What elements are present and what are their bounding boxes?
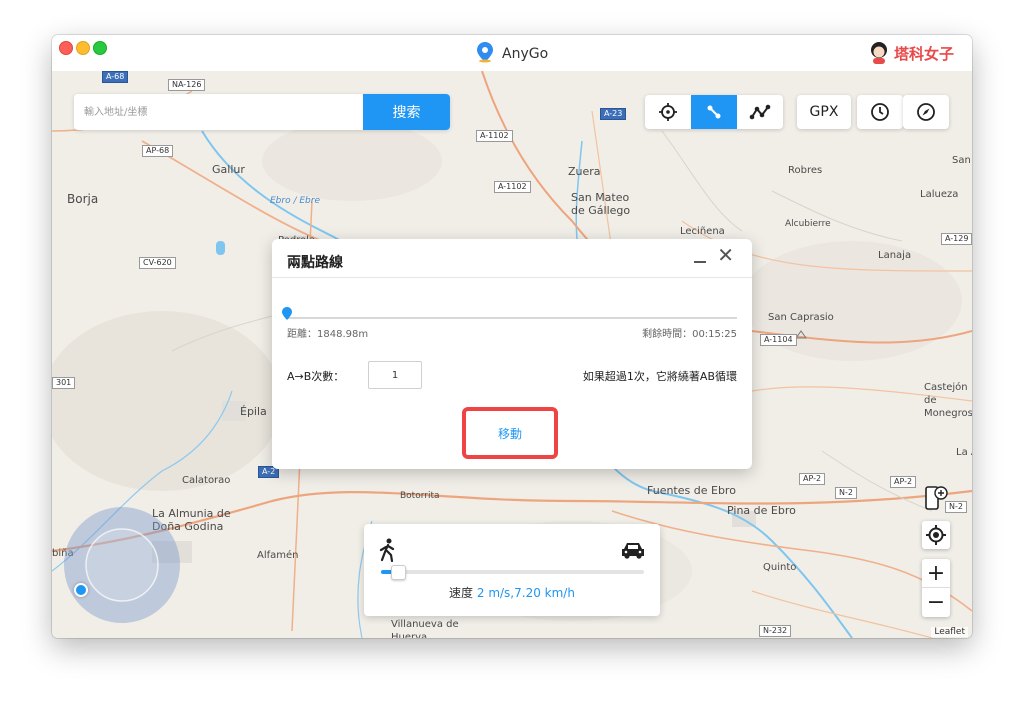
move-button[interactable]: 移動 — [472, 417, 548, 449]
two-point-route-icon[interactable] — [691, 95, 737, 129]
place-label: Calatorao — [182, 475, 231, 486]
direction-joystick[interactable] — [64, 507, 180, 623]
road-label: N-232 — [759, 625, 792, 637]
road-label: A-1104 — [760, 334, 797, 346]
map-view[interactable]: Borja Gallur Ebro / Ebre Zuera San Mateo… — [52, 71, 972, 638]
speed-readout: 速度 2 m/s,7.20 km/h — [364, 584, 660, 601]
search-button[interactable]: 搜索 — [363, 94, 450, 130]
repeat-count-input[interactable] — [368, 361, 422, 389]
dialog-title: 兩點路線 — [287, 255, 343, 271]
walking-icon[interactable] — [378, 538, 398, 566]
repeat-count-label: A→B次數： — [287, 370, 345, 383]
place-label: Leciñena — [680, 226, 725, 237]
speed-value: 2 m/s,7.20 km/h — [476, 586, 575, 600]
place-label: Castejón de Monegros — [924, 382, 972, 419]
place-label: San Caprasio — [768, 312, 834, 323]
gpx-toolbar: GPX — [797, 95, 851, 129]
mode-toolbar — [645, 95, 783, 129]
joystick-ring — [85, 528, 159, 602]
place-label: Fuentes de Ebro — [647, 484, 736, 497]
move-button-highlight: 移動 — [462, 407, 558, 459]
gpx-import-button[interactable]: GPX — [797, 95, 851, 129]
dialog-divider — [272, 277, 752, 278]
watermark-logo: 塔科女子 — [868, 41, 954, 65]
zoom-out-button[interactable]: − — [922, 588, 950, 616]
route-progress-track — [287, 317, 737, 319]
compass-toolbar — [903, 95, 949, 129]
speed-slider[interactable] — [381, 565, 644, 580]
app-window: AnyGo 塔科女子 Borja Gallur Ebro / Ebre Zuer… — [52, 35, 972, 638]
maximize-window-button[interactable] — [93, 41, 107, 55]
speed-label: 速度 — [449, 586, 474, 600]
car-icon[interactable] — [620, 540, 646, 564]
app-title: AnyGo — [476, 41, 549, 67]
place-label: Lalueza — [920, 189, 959, 200]
zoom-control: + − — [922, 559, 950, 617]
crosshair-icon[interactable] — [645, 95, 691, 129]
search-input[interactable] — [74, 94, 363, 130]
road-label: AP-2 — [890, 476, 917, 488]
close-window-button[interactable] — [59, 41, 73, 55]
place-label: Botorrita — [400, 491, 440, 501]
device-add-icon[interactable] — [922, 484, 950, 512]
map-attribution[interactable]: Leaflet — [931, 627, 968, 637]
road-label: A-129 — [941, 233, 972, 245]
place-label: Villanueva de Huerva — [391, 619, 459, 638]
two-point-route-dialog: 兩點路線 ✕ 距離：1848.98m 剩餘時間：00:15:25 A→B次數： … — [272, 239, 752, 469]
close-dialog-button[interactable]: ✕ — [717, 245, 734, 265]
watermark-avatar-icon — [870, 42, 887, 64]
locate-me-icon[interactable] — [922, 521, 950, 549]
repeat-hint-text: 如果超過1次，它將繞著AB循環 — [582, 370, 737, 383]
road-label: NA-126 — [168, 79, 206, 91]
river-label: Ebro / Ebre — [270, 196, 320, 206]
route-progress-pin-icon — [282, 305, 292, 324]
compass-icon[interactable] — [903, 95, 949, 129]
title-bar: AnyGo 塔科女子 — [52, 35, 972, 72]
app-title-text: AnyGo — [502, 46, 549, 62]
place-label: San Mateo de Gállego — [571, 191, 631, 217]
place-label: San — [952, 155, 971, 166]
place-label: La Alm — [956, 447, 972, 458]
road-label: 301 — [52, 377, 76, 389]
place-label: Gallur — [212, 163, 245, 176]
app-logo-icon — [476, 41, 494, 67]
minimize-dialog-button[interactable] — [694, 261, 706, 263]
multi-point-route-icon[interactable] — [737, 95, 783, 129]
speed-panel: 速度 2 m/s,7.20 km/h — [364, 524, 660, 616]
watermark-text: 塔科女子 — [893, 44, 954, 63]
place-label: Pina de Ebro — [727, 504, 796, 517]
place-label: Alfamén — [257, 550, 299, 561]
place-label: Borja — [67, 192, 99, 206]
road-label: AP-68 — [142, 145, 174, 157]
place-label: Épila — [240, 405, 267, 418]
road-label: CV-620 — [139, 257, 176, 269]
history-toolbar — [857, 95, 903, 129]
place-label: Zuera — [568, 165, 601, 178]
speed-slider-handle[interactable] — [391, 565, 407, 580]
place-label: Robres — [788, 165, 823, 176]
road-label: A-1102 — [476, 130, 513, 142]
place-label: Lanaja — [878, 250, 912, 261]
history-clock-icon[interactable] — [857, 95, 903, 129]
search-bar: 搜索 — [74, 94, 450, 130]
road-label: A-1102 — [494, 181, 531, 193]
place-label: Alcubierre — [785, 219, 831, 229]
road-label: AP-2 — [799, 473, 826, 485]
current-location-marker[interactable] — [74, 583, 88, 597]
minimize-window-button[interactable] — [76, 41, 90, 55]
distance-text: 距離：1848.98m — [287, 329, 369, 340]
zoom-in-button[interactable]: + — [922, 559, 950, 588]
road-label: A-68 — [102, 71, 129, 83]
remaining-time-text: 剩餘時間：00:15:25 — [642, 329, 737, 340]
road-label: N-2 — [835, 487, 857, 499]
road-label: A-23 — [600, 108, 627, 120]
place-label: Quinto — [763, 562, 797, 573]
